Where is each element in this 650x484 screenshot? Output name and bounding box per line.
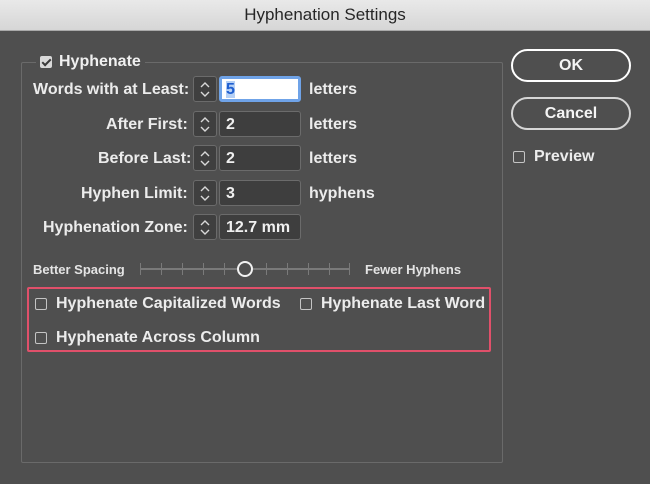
up-down-arrows-icon <box>200 220 210 235</box>
hyphen-limit-unit: hyphens <box>309 185 375 202</box>
hyphenate-label: Hyphenate <box>59 53 141 70</box>
hyphenation-zone-row: Hyphenation Zone: 12.7 mm <box>0 214 500 242</box>
better-spacing-label: Better Spacing <box>33 262 125 277</box>
slider-tick <box>266 263 267 275</box>
hyphen-limit-stepper[interactable] <box>193 180 217 206</box>
up-down-arrows-icon <box>200 151 210 166</box>
words-min-unit: letters <box>309 81 358 98</box>
hyphenate-capitalized-option[interactable]: Hyphenate Capitalized Words <box>35 295 281 313</box>
after-first-row: After First: 2 letters <box>0 111 500 139</box>
hyphenation-zone-label: Hyphenation Zone: <box>43 219 188 236</box>
slider-tick <box>182 263 183 275</box>
hyphenate-across-column-option[interactable]: Hyphenate Across Column <box>35 329 260 347</box>
slider-tick <box>329 263 330 275</box>
title-bar: Hyphenation Settings <box>0 0 650 31</box>
dialog-title: Hyphenation Settings <box>244 5 406 24</box>
hyphenation-zone-input[interactable]: 12.7 mm <box>219 214 301 240</box>
before-last-input[interactable]: 2 <box>219 145 301 171</box>
hyphenate-last-word-label: Hyphenate Last Word <box>321 295 486 312</box>
hyphenate-across-column-checkbox[interactable] <box>35 332 47 344</box>
slider-tick <box>287 263 288 275</box>
up-down-arrows-icon <box>200 117 210 132</box>
hyphen-limit-row: Hyphen Limit: 3 hyphens <box>0 180 500 208</box>
up-down-arrows-icon <box>200 82 210 97</box>
before-last-row: Before Last: 2 letters <box>0 145 500 173</box>
after-first-input[interactable]: 2 <box>219 111 301 137</box>
spacing-slider[interactable] <box>140 259 350 279</box>
up-down-arrows-icon <box>200 186 210 201</box>
hyphenate-capitalized-label: Hyphenate Capitalized Words <box>56 295 281 312</box>
after-first-label: After First: <box>106 116 188 133</box>
slider-tick <box>161 263 162 275</box>
preview-option[interactable]: Preview <box>513 148 594 166</box>
words-min-input[interactable]: 5 <box>219 76 301 102</box>
slider-thumb[interactable] <box>237 261 253 277</box>
cancel-button[interactable]: Cancel <box>511 97 631 130</box>
after-first-stepper[interactable] <box>193 111 217 137</box>
hyphenate-last-word-option[interactable]: Hyphenate Last Word <box>300 295 485 313</box>
preview-label: Preview <box>534 148 595 165</box>
slider-tick <box>349 263 350 275</box>
hyphenate-across-column-label: Hyphenate Across Column <box>56 329 260 346</box>
hyphenate-capitalized-checkbox[interactable] <box>35 298 47 310</box>
after-first-unit: letters <box>309 116 358 133</box>
slider-tick <box>224 263 225 275</box>
words-min-value: 5 <box>226 81 235 98</box>
hyphenation-zone-stepper[interactable] <box>193 214 217 240</box>
hyphen-limit-label: Hyphen Limit: <box>81 185 188 202</box>
slider-tick <box>203 263 204 275</box>
before-last-unit: letters <box>309 150 358 167</box>
slider-tick <box>140 263 141 275</box>
preview-checkbox[interactable] <box>513 151 525 163</box>
hyphenate-last-word-checkbox[interactable] <box>300 298 312 310</box>
hyphenate-checkbox[interactable] <box>40 56 52 68</box>
before-last-label: Before Last: <box>98 150 192 167</box>
before-last-stepper[interactable] <box>193 145 217 171</box>
ok-button[interactable]: OK <box>511 49 631 82</box>
words-min-stepper[interactable] <box>193 76 217 102</box>
hyphen-limit-input[interactable]: 3 <box>219 180 301 206</box>
fewer-hyphens-label: Fewer Hyphens <box>365 262 462 277</box>
hyphenate-toggle[interactable]: Hyphenate <box>36 51 145 73</box>
slider-tick <box>308 263 309 275</box>
words-min-row: Words with at Least: 5 letters <box>0 76 500 104</box>
words-min-label: Words with at Least: <box>33 81 190 98</box>
